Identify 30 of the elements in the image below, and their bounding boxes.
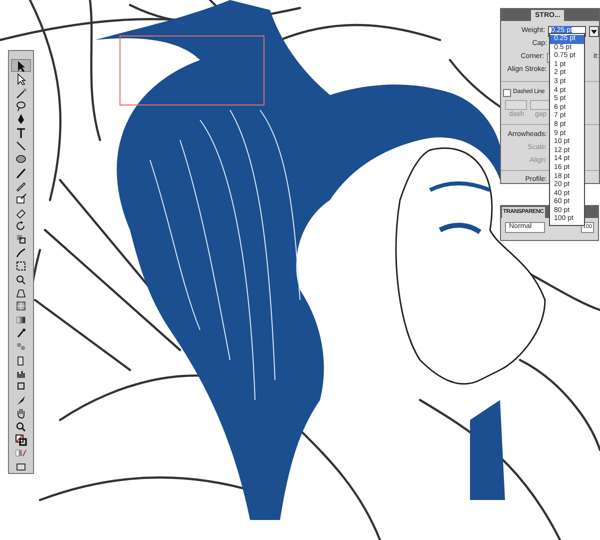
hand-icon xyxy=(15,407,27,420)
rotate-icon xyxy=(15,220,27,232)
blob-brush-icon xyxy=(15,193,27,206)
type-icon xyxy=(15,126,27,139)
arrow-icon xyxy=(15,60,27,72)
tool-button[interactable] xyxy=(11,59,31,72)
eraser-icon xyxy=(15,206,27,219)
perspective-grid-icon xyxy=(15,286,27,299)
line-icon xyxy=(15,140,27,152)
free-transform-icon xyxy=(15,260,27,272)
eyedropper-icon xyxy=(15,327,27,339)
ellipse-icon xyxy=(15,153,27,166)
pencil-icon xyxy=(15,180,27,192)
artboard-icon xyxy=(15,380,27,392)
screen-mode-icon xyxy=(15,460,27,473)
scale-icon xyxy=(15,233,27,246)
color-mode-icon xyxy=(15,447,27,460)
checkbox[interactable] xyxy=(503,88,511,96)
gradient-icon xyxy=(15,314,27,326)
warp-icon xyxy=(15,246,27,259)
arrow-icon xyxy=(15,73,27,86)
pen-icon xyxy=(15,113,27,126)
zoom-icon xyxy=(15,420,27,433)
fill-stroke-icon xyxy=(15,434,27,446)
mesh-icon xyxy=(15,300,27,312)
blend-icon xyxy=(15,340,27,352)
brush-icon xyxy=(15,166,27,179)
wand-icon xyxy=(15,86,27,99)
dash-field[interactable] xyxy=(505,100,527,110)
lasso-icon xyxy=(15,100,27,112)
